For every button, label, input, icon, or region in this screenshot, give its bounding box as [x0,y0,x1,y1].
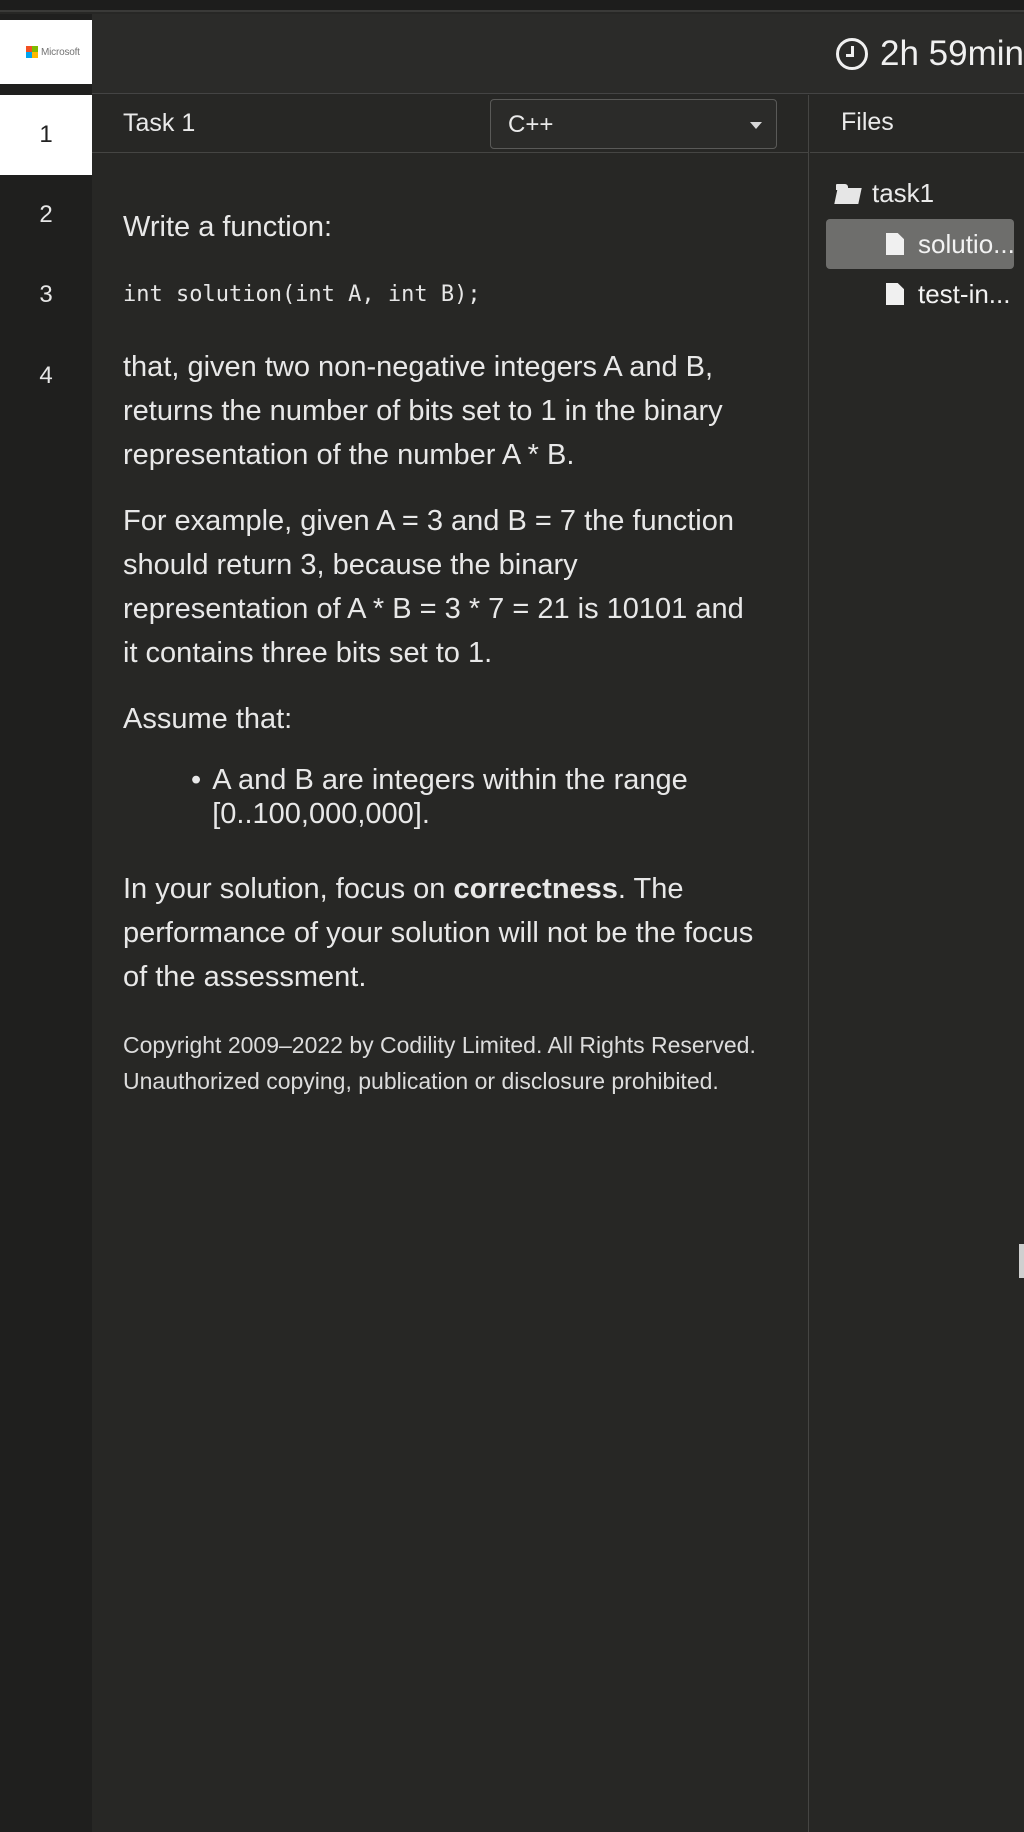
files-header: Files [810,95,1024,153]
task-title: Task 1 [123,109,196,137]
task-description: Write a function: int solution(int A, in… [123,205,763,1099]
description-paragraph: that, given two non-negative integers A … [123,351,723,471]
intro-text: Write a function: [123,211,333,243]
assumption-item: • A and B are integers within the range … [191,763,763,831]
task-tab-3[interactable]: 3 [0,255,92,335]
language-value: C++ [508,111,554,138]
timer: 2h 59min [836,28,1024,80]
task-tab-4[interactable]: 4 [0,336,92,416]
file-label: solutio... [918,228,1014,259]
example-paragraph: For example, given A = 3 and B = 7 the f… [123,505,744,669]
folder-label: task1 [872,178,935,208]
file-icon [886,233,904,255]
folder-open-icon [834,183,862,204]
clock-icon [836,38,869,70]
files-panel: Files task1 solutio... test-in... [810,95,1024,1832]
function-signature: int solution(int A, int B); [123,282,481,307]
panel-resize-handle[interactable] [1019,1244,1024,1278]
folder-task1[interactable]: task1 [834,178,935,209]
files-title: Files [841,108,894,136]
task-tab-2[interactable]: 2 [0,175,92,255]
bullet-icon: • [191,764,202,796]
chevron-down-icon [750,122,762,129]
microsoft-logo-icon [26,46,38,58]
focus-text-pre: In your solution, focus on [123,873,454,905]
file-item-solution[interactable]: solutio... [826,219,1014,269]
assumption-text: A and B are integers within the range [0… [212,764,688,830]
file-icon [886,283,904,305]
top-stripe [0,0,1024,12]
file-label: test-in... [918,278,1011,309]
task-toolbar: Task 1 C++ [92,95,809,153]
header-bar: 2h 59min [92,14,1024,94]
copyright-notice: Copyright 2009–2022 by Codility Limited.… [123,1032,756,1094]
task-tab-1[interactable]: 1 [0,95,92,175]
assume-label: Assume that: [123,703,293,735]
language-select[interactable]: C++ [490,99,777,149]
file-item-test-input[interactable]: test-in... [826,269,1014,319]
focus-text-bold: correctness [453,873,618,905]
logo-text: Microsoft [41,46,80,58]
timer-value: 2h 59min [880,34,1024,73]
task-panel: Task 1 C++ Write a function: int solutio… [92,95,809,1832]
focus-paragraph: In your solution, focus on correctness. … [123,867,763,999]
